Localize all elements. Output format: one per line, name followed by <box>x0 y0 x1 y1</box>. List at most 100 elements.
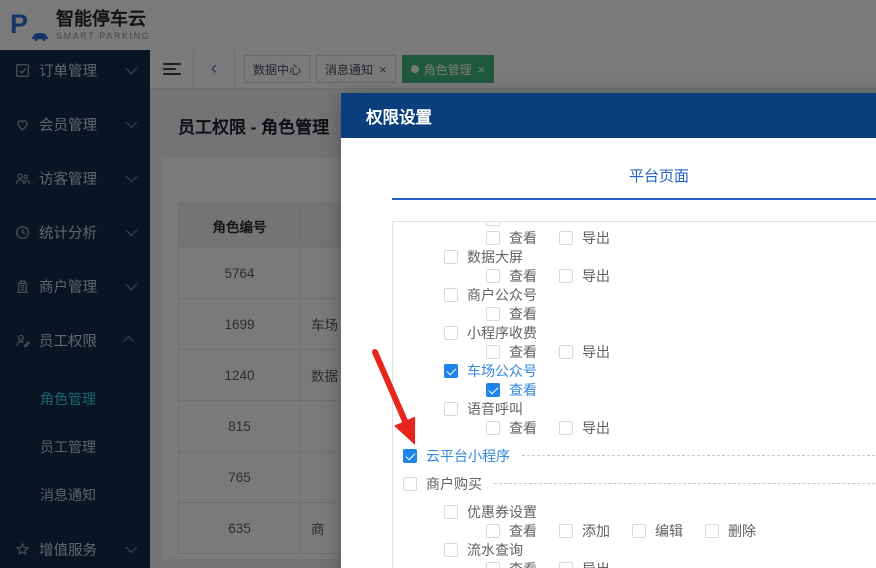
checkbox-unchecked[interactable] <box>559 231 573 245</box>
tree-item-label[interactable]: 优惠券设置 <box>467 502 537 522</box>
tree-item-label[interactable]: 查看 <box>509 418 537 438</box>
tree-item-label[interactable]: 小程序收费 <box>467 323 537 343</box>
checkbox-unchecked[interactable] <box>486 562 500 568</box>
checkbox-unchecked[interactable] <box>486 307 500 321</box>
tree-item-label[interactable]: 查看 <box>509 304 537 324</box>
tree-item: 导出 <box>559 559 632 568</box>
tree-leaf-row: 查看 导出 <box>393 228 876 247</box>
tree-item-label[interactable]: 查看 <box>509 228 537 248</box>
tree-leaf-row: 查看 <box>393 304 876 323</box>
tree-node-row: 小程序收费 <box>393 323 876 342</box>
tree-item: 流水查询 <box>444 540 523 560</box>
tree-item: 导出 <box>559 342 632 362</box>
tree-node-row: 流水查询 <box>393 540 876 559</box>
tree-item <box>486 221 559 226</box>
tab-platform-pages[interactable]: 平台页面 <box>392 166 876 188</box>
checkbox-unchecked[interactable] <box>444 543 458 557</box>
tree-item: 商户购买 <box>403 474 482 494</box>
checkbox-unchecked[interactable] <box>632 524 646 538</box>
tree-item-label[interactable]: 删除 <box>728 521 756 541</box>
tree-item: 查看 <box>486 342 559 362</box>
tree-item-label[interactable]: 流水查询 <box>467 540 523 560</box>
tree-item-label[interactable]: 添加 <box>582 521 610 541</box>
checkbox-unchecked[interactable] <box>486 269 500 283</box>
tree-item-label[interactable]: 查看 <box>509 380 537 400</box>
dialog-title: 权限设置 <box>341 104 432 128</box>
tree-item-label[interactable]: 查看 <box>509 559 537 568</box>
tree-item: 编辑 <box>632 521 705 541</box>
tree-item-label[interactable]: 语音呼叫 <box>467 399 523 419</box>
checkbox-checked[interactable] <box>486 383 500 397</box>
checkbox-unchecked[interactable] <box>705 524 719 538</box>
tree-item: 小程序收费 <box>444 323 537 343</box>
checkbox-unchecked[interactable] <box>444 326 458 340</box>
tree-item: 添加 <box>559 521 632 541</box>
tree-item-label[interactable]: 导出 <box>582 342 610 362</box>
permission-tree: 查看导出数据大屏查看导出商户公众号查看小程序收费查看导出车场公众号查看语音呼叫查… <box>392 221 876 568</box>
tree-item: 云平台小程序 <box>403 446 510 466</box>
checkbox-unchecked[interactable] <box>444 288 458 302</box>
tree-node-row: 优惠券设置 <box>393 502 876 521</box>
tree-leaf-row: 查看 导出 <box>393 418 876 437</box>
checkbox-unchecked[interactable] <box>486 345 500 359</box>
tree-node-row: 商户购买 <box>393 474 876 493</box>
checkbox-unchecked[interactable] <box>444 402 458 416</box>
checkbox-unchecked[interactable] <box>486 221 500 226</box>
tree-item: 导出 <box>559 418 632 438</box>
tree-leaf-row: 查看 添加 编辑 删除 <box>393 521 876 540</box>
checkbox-checked[interactable] <box>403 449 417 463</box>
tree-item: 查看 <box>486 228 559 248</box>
tree-item-label[interactable]: 查看 <box>509 521 537 541</box>
tree-leaf-row: 查看 导出 <box>393 266 876 285</box>
tree-item-label[interactable]: 查看 <box>509 266 537 286</box>
tree-leaf-row: 查看 导出 <box>393 342 876 361</box>
tree-item: 删除 <box>705 521 778 541</box>
screen: P 智能停车云 SMART PARKING 订单管理会员管理访客管理统计分析商户… <box>0 0 876 568</box>
tree-item-label[interactable]: 查看 <box>509 342 537 362</box>
tree-item-label[interactable]: 商户公众号 <box>467 285 537 305</box>
dialog-header: 权限设置 <box>341 93 876 138</box>
dashed-leader-line <box>522 455 876 456</box>
dashed-leader-line <box>494 483 876 484</box>
checkbox-unchecked[interactable] <box>486 231 500 245</box>
tree-item-label[interactable]: 数据大屏 <box>467 247 523 267</box>
checkbox-unchecked[interactable] <box>559 562 573 568</box>
tree-item: 查看 <box>486 304 559 324</box>
tree-item: 导出 <box>559 266 632 286</box>
tree-item-label[interactable]: 编辑 <box>655 521 683 541</box>
tree-node-row: 商户公众号 <box>393 285 876 304</box>
tree-node-row: 云平台小程序 <box>393 446 876 465</box>
tree-node-row: 数据大屏 <box>393 247 876 266</box>
tree-item-label[interactable]: 云平台小程序 <box>426 446 510 466</box>
tree-item-label[interactable]: 商户购买 <box>426 474 482 494</box>
tree-item-label[interactable]: 导出 <box>582 228 610 248</box>
tree-item-label[interactable]: 导出 <box>582 418 610 438</box>
checkbox-unchecked[interactable] <box>559 345 573 359</box>
tree-item-label[interactable]: 导出 <box>582 559 610 568</box>
tree-item: 查看 <box>486 380 559 400</box>
tree-item-label[interactable]: 车场公众号 <box>467 361 537 381</box>
checkbox-unchecked[interactable] <box>559 524 573 538</box>
tree-leaf-row: 查看 导出 <box>393 559 876 568</box>
active-tab-underline <box>392 198 876 200</box>
permission-settings-dialog: 权限设置 平台页面 查看导出数据大屏查看导出商户公众号查看小程序收费查看导出车场… <box>341 93 876 568</box>
checkbox-unchecked[interactable] <box>444 505 458 519</box>
tree-item: 查看 <box>486 418 559 438</box>
tree-item: 导出 <box>559 228 632 248</box>
tree-item: 数据大屏 <box>444 247 523 267</box>
tree-item-label[interactable]: 导出 <box>582 266 610 286</box>
tree-node-row: 车场公众号 <box>393 361 876 380</box>
checkbox-unchecked[interactable] <box>559 421 573 435</box>
tree-item: 优惠券设置 <box>444 502 537 522</box>
checkbox-unchecked[interactable] <box>403 477 417 491</box>
tree-leaf-row: 查看 <box>393 380 876 399</box>
tree-item: 查看 <box>486 559 559 568</box>
dialog-tab-strip: 平台页面 <box>392 166 876 200</box>
checkbox-unchecked[interactable] <box>486 524 500 538</box>
checkbox-checked[interactable] <box>444 364 458 378</box>
checkbox-unchecked[interactable] <box>444 250 458 264</box>
tree-item: 语音呼叫 <box>444 399 523 419</box>
checkbox-unchecked[interactable] <box>559 269 573 283</box>
tree-row-partial <box>393 221 876 228</box>
checkbox-unchecked[interactable] <box>486 421 500 435</box>
